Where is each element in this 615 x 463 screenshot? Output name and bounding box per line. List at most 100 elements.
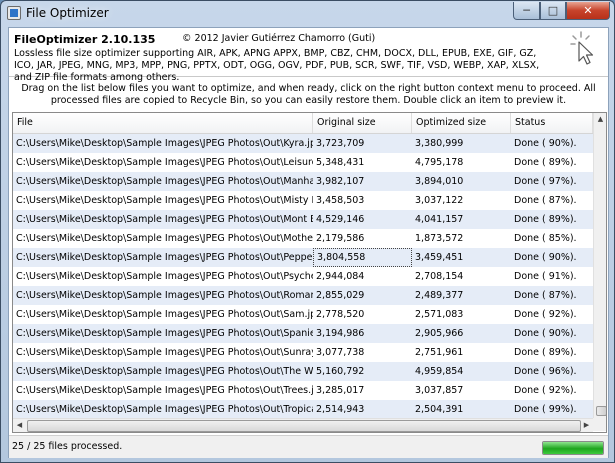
instructions-text: Drag on the list below files you want to… — [21, 83, 596, 106]
window-title: File Optimizer — [26, 6, 109, 20]
cell-file: C:\Users\Mike\Desktop\Sample Images\JPEG… — [16, 214, 313, 225]
table-row[interactable]: C:\Users\Mike\Desktop\Sample Images\JPEG… — [13, 381, 593, 400]
column-header-optimized-size[interactable]: Optimized size — [412, 113, 511, 133]
cell-status: Done ( 89%). — [514, 347, 577, 358]
cell-optimized-size: 3,037,122 — [415, 195, 464, 206]
cell-optimized-size: 1,873,572 — [415, 233, 464, 244]
file-list[interactable]: File Original size Optimized size Status… — [12, 112, 607, 433]
scroll-left-icon[interactable]: ◀ — [13, 419, 26, 432]
cell-optimized-size: 2,504,391 — [415, 404, 464, 415]
table-row[interactable]: C:\Users\Mike\Desktop\Sample Images\JPEG… — [13, 153, 593, 172]
cell-file: C:\Users\Mike\Desktop\Sample Images\JPEG… — [16, 157, 313, 168]
table-row[interactable]: C:\Users\Mike\Desktop\Sample Images\JPEG… — [13, 229, 593, 248]
vertical-scroll-thumb[interactable] — [596, 406, 606, 416]
table-row[interactable]: C:\Users\Mike\Desktop\Sample Images\JPEG… — [13, 210, 593, 229]
cell-original-size: 3,458,503 — [316, 195, 365, 206]
table-row[interactable]: C:\Users\Mike\Desktop\Sample Images\JPEG… — [13, 248, 593, 267]
table-row[interactable]: C:\Users\Mike\Desktop\Sample Images\JPEG… — [13, 343, 593, 362]
cell-file: C:\Users\Mike\Desktop\Sample Images\JPEG… — [16, 385, 313, 396]
progress-bar — [542, 441, 604, 455]
table-row[interactable]: C:\Users\Mike\Desktop\Sample Images\JPEG… — [13, 305, 593, 324]
cell-original-size: 5,348,431 — [316, 157, 365, 168]
cell-optimized-size: 4,795,178 — [415, 157, 464, 168]
cell-status: Done ( 99%). — [514, 404, 577, 415]
cell-file: C:\Users\Mike\Desktop\Sample Images\JPEG… — [16, 176, 313, 187]
cell-file: C:\Users\Mike\Desktop\Sample Images\JPEG… — [16, 309, 313, 320]
table-row[interactable]: C:\Users\Mike\Desktop\Sample Images\JPEG… — [13, 362, 593, 381]
cell-original-size: 3,194,986 — [316, 328, 365, 339]
cell-file: C:\Users\Mike\Desktop\Sample Images\JPEG… — [16, 195, 313, 206]
horizontal-scrollbar[interactable]: ◀ ▶ — [13, 418, 593, 432]
cell-original-size: 2,944,084 — [316, 271, 365, 282]
cell-status: Done ( 91%). — [514, 271, 577, 282]
horizontal-scroll-thumb[interactable] — [27, 420, 581, 432]
copyright-text: © 2012 Javier Gutiérrez Chamorro (Guti) — [182, 33, 376, 44]
cell-optimized-size: 3,894,010 — [415, 176, 464, 187]
cell-status: Done ( 90%). — [514, 138, 577, 149]
list-header: File Original size Optimized size Status — [13, 113, 593, 134]
cell-status: Done ( 97%). — [514, 176, 577, 187]
cell-file: C:\Users\Mike\Desktop\Sample Images\JPEG… — [16, 404, 313, 415]
table-row[interactable]: C:\Users\Mike\Desktop\Sample Images\JPEG… — [13, 286, 593, 305]
cell-file: C:\Users\Mike\Desktop\Sample Images\JPEG… — [16, 328, 313, 339]
cell-original-size: 4,529,146 — [316, 214, 365, 225]
close-button[interactable]: ✕ — [566, 2, 610, 20]
table-row[interactable]: C:\Users\Mike\Desktop\Sample Images\JPEG… — [13, 324, 593, 343]
cell-status: Done ( 87%). — [514, 195, 577, 206]
progress-fill — [543, 442, 603, 454]
cell-file: C:\Users\Mike\Desktop\Sample Images\JPEG… — [16, 366, 313, 377]
cell-file: C:\Users\Mike\Desktop\Sample Images\JPEG… — [16, 347, 313, 358]
cell-optimized-size: 4,959,854 — [415, 366, 464, 377]
cell-file: C:\Users\Mike\Desktop\Sample Images\JPEG… — [16, 233, 313, 244]
cell-status: Done ( 90%). — [514, 328, 577, 339]
cell-original-size: 3,804,558 — [313, 248, 412, 267]
column-header-original-size[interactable]: Original size — [313, 113, 412, 133]
cell-optimized-size: 2,708,154 — [415, 271, 464, 282]
app-name: FileOptimizer 2.10.135 — [14, 33, 156, 46]
scroll-up-icon[interactable]: ▲ — [594, 113, 606, 126]
maximize-button[interactable]: □ — [540, 2, 566, 20]
cell-original-size: 2,514,943 — [316, 404, 365, 415]
cell-file: C:\Users\Mike\Desktop\Sample Images\JPEG… — [16, 271, 313, 282]
table-row[interactable]: C:\Users\Mike\Desktop\Sample Images\JPEG… — [13, 400, 593, 419]
table-row[interactable]: C:\Users\Mike\Desktop\Sample Images\JPEG… — [13, 134, 593, 153]
cell-optimized-size: 2,489,377 — [415, 290, 464, 301]
table-row[interactable]: C:\Users\Mike\Desktop\Sample Images\JPEG… — [13, 267, 593, 286]
table-row[interactable]: C:\Users\Mike\Desktop\Sample Images\JPEG… — [13, 191, 593, 210]
minimize-button[interactable]: ─ — [513, 2, 540, 20]
cell-original-size: 5,160,792 — [316, 366, 365, 377]
status-bar: 25 / 25 files processed. — [9, 435, 608, 458]
column-header-status[interactable]: Status — [511, 113, 593, 133]
status-text: 25 / 25 files processed. — [12, 441, 123, 452]
cell-status: Done ( 96%). — [514, 366, 577, 377]
table-row[interactable]: C:\Users\Mike\Desktop\Sample Images\JPEG… — [13, 172, 593, 191]
cell-optimized-size: 3,037,857 — [415, 385, 464, 396]
cell-status: Done ( 92%). — [514, 385, 577, 396]
cell-file: C:\Users\Mike\Desktop\Sample Images\JPEG… — [16, 290, 313, 301]
cell-status: Done ( 85%). — [514, 233, 577, 244]
main-window: File Optimizer ─ □ ✕ FileOptimizer 2.10.… — [0, 0, 615, 463]
corner-box — [593, 418, 606, 431]
cell-status: Done ( 89%). — [514, 157, 577, 168]
cell-optimized-size: 4,041,157 — [415, 214, 464, 225]
app-icon[interactable] — [7, 6, 21, 20]
cursor-click-icon — [570, 31, 594, 65]
cell-optimized-size: 3,459,451 — [415, 252, 464, 263]
scroll-right-icon[interactable]: ▶ — [580, 419, 593, 432]
cell-status: Done ( 89%). — [514, 214, 577, 225]
cell-status: Done ( 87%). — [514, 290, 577, 301]
cell-optimized-size: 2,905,966 — [415, 328, 464, 339]
cell-original-size: 2,855,029 — [316, 290, 365, 301]
app-header: FileOptimizer 2.10.135 © 2012 Javier Gut… — [9, 28, 608, 83]
cell-status: Done ( 92%). — [514, 309, 577, 320]
cell-original-size: 3,077,738 — [316, 347, 365, 358]
cell-original-size: 3,723,709 — [316, 138, 365, 149]
column-header-file[interactable]: File — [13, 113, 313, 133]
cell-file: C:\Users\Mike\Desktop\Sample Images\JPEG… — [16, 252, 313, 263]
cell-optimized-size: 3,380,999 — [415, 138, 464, 149]
cell-original-size: 2,778,520 — [316, 309, 365, 320]
title-bar[interactable]: File Optimizer ─ □ ✕ — [1, 1, 614, 27]
vertical-scrollbar[interactable]: ▲ ▼ — [593, 113, 606, 418]
client-area: FileOptimizer 2.10.135 © 2012 Javier Gut… — [8, 27, 609, 458]
cell-original-size: 3,982,107 — [316, 176, 365, 187]
